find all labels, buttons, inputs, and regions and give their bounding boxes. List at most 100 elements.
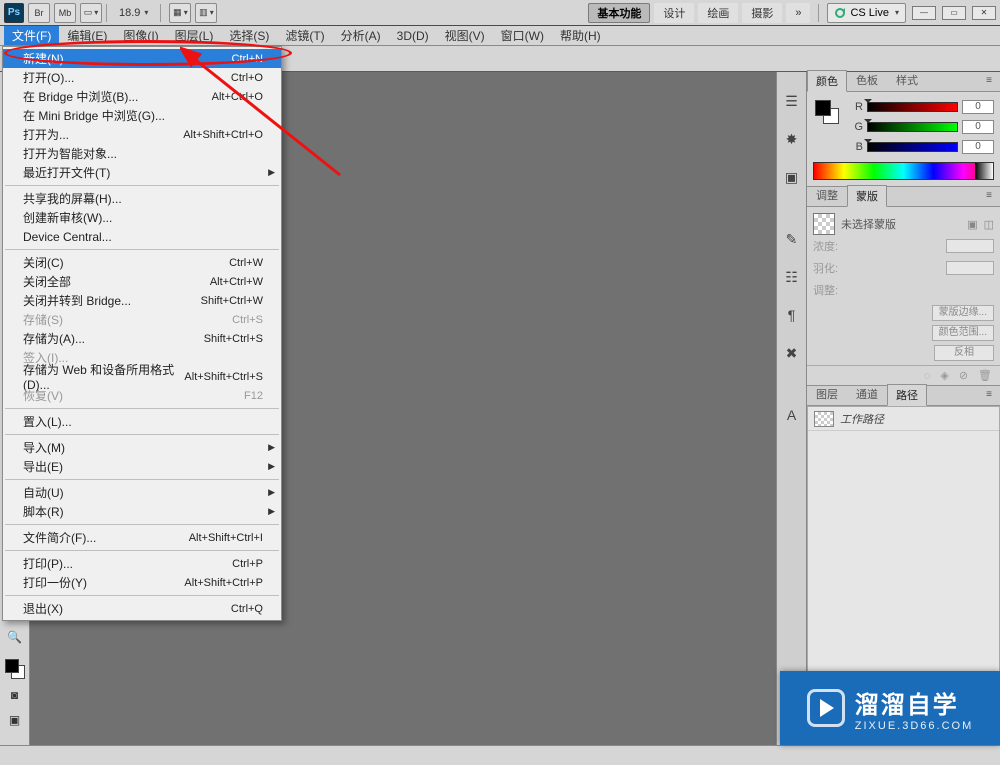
r-slider[interactable] [867,102,958,112]
file-menu-item[interactable]: 退出(X)Ctrl+Q [3,599,281,618]
screenmode-tool[interactable]: ▣ [3,709,27,731]
zoom-level[interactable]: 18.9▾ [119,7,148,19]
g-slider[interactable] [867,122,958,132]
char-icon[interactable]: A [781,404,803,426]
wrench-icon[interactable]: ✖ [781,342,803,364]
workspace-more[interactable]: » [786,3,810,23]
vector-mask-icon[interactable]: ◫ [984,218,994,231]
arrange-button[interactable]: ▥▾ [195,3,217,23]
file-menu-item[interactable]: 存储为(A)...Shift+Ctrl+S [3,329,281,348]
menu-filter[interactable]: 滤镜(T) [277,26,332,45]
zoom-tool[interactable]: 🔍 [3,626,27,648]
density-field[interactable] [946,239,994,253]
maximize-button[interactable]: ▭ [942,6,966,20]
file-menu-item[interactable]: 导入(M)▶ [3,438,281,457]
menu-help[interactable]: 帮助(H) [552,26,609,45]
invert-button[interactable]: 反相 [934,345,994,361]
feather-field[interactable] [946,261,994,275]
file-menu-item[interactable]: 脚本(R)▶ [3,502,281,521]
file-menu-item[interactable]: 存储为 Web 和设备所用格式(D)...Alt+Shift+Ctrl+S [3,367,281,386]
menu-edit[interactable]: 编辑(E) [59,26,115,45]
close-button[interactable]: ✕ [972,6,996,20]
workspace-photo[interactable]: 摄影 [742,3,782,23]
pixel-mask-icon[interactable]: ▣ [967,218,977,231]
b-slider[interactable] [867,142,958,152]
history-icon[interactable]: ☰ [781,90,803,112]
workspace-design[interactable]: 设计 [654,3,694,23]
bridge-button[interactable]: Br [28,3,50,23]
disable-mask-icon[interactable]: ⊘ [959,369,968,382]
cs-live-button[interactable]: CS Live▾ [827,3,906,23]
paragraph-icon[interactable]: ¶ [781,304,803,326]
tool-preset-icon[interactable]: ✎ [781,228,803,250]
fg-color[interactable] [815,100,831,116]
file-menu-item[interactable]: 打印一份(Y)Alt+Shift+Ctrl+P [3,573,281,592]
menu-window[interactable]: 窗口(W) [493,26,552,45]
clone-source-icon[interactable]: ▣ [781,166,803,188]
menu-analysis[interactable]: 分析(A) [333,26,389,45]
file-menu-item[interactable]: 关闭(C)Ctrl+W [3,253,281,272]
file-menu-item[interactable]: 文件简介(F)...Alt+Shift+Ctrl+I [3,528,281,547]
foreground-color[interactable] [5,659,19,673]
tab-swatches[interactable]: 色板 [847,69,887,91]
tab-paths[interactable]: 路径 [887,384,927,406]
workspace-paint[interactable]: 绘画 [698,3,738,23]
tab-masks[interactable]: 蒙版 [847,185,887,207]
workspace-basic[interactable]: 基本功能 [588,3,650,23]
file-menu-item[interactable]: 置入(L)... [3,412,281,431]
menu-view[interactable]: 视图(V) [437,26,493,45]
file-menu-item[interactable]: 关闭全部Alt+Ctrl+W [3,272,281,291]
file-menu-item[interactable]: 关闭并转到 Bridge...Shift+Ctrl+W [3,291,281,310]
mask-edge-button[interactable]: 蒙版边缘... [932,305,994,321]
layer-comps-icon[interactable]: ☷ [781,266,803,288]
tab-color[interactable]: 颜色 [807,70,847,92]
tab-styles[interactable]: 样式 [887,69,927,91]
file-menu-item[interactable]: 导出(E)▶ [3,457,281,476]
menu-item-shortcut: Alt+Shift+Ctrl+I [189,532,263,544]
brush-preset-icon[interactable]: ✸ [781,128,803,150]
file-menu-item[interactable]: 在 Bridge 中浏览(B)...Alt+Ctrl+O [3,87,281,106]
file-menu-item[interactable]: 打开(O)...Ctrl+O [3,68,281,87]
file-menu-item[interactable]: 共享我的屏幕(H)... [3,189,281,208]
g-value[interactable]: 0 [962,120,994,134]
panel-color-swatches[interactable] [813,98,841,126]
color-ramp[interactable] [813,162,994,180]
file-menu-item[interactable]: 打开为智能对象... [3,144,281,163]
load-selection-icon[interactable]: ◌ [924,370,931,382]
tab-layers[interactable]: 图层 [807,383,847,405]
view-grid-button[interactable]: ▦▾ [169,3,191,23]
minimize-button[interactable]: — [912,6,936,20]
panel-menu-icon[interactable]: ≡ [982,190,996,202]
density-label: 浓度: [813,238,838,254]
mini-bridge-button[interactable]: Mb [54,3,76,23]
file-menu-item[interactable]: 新建(N)...Ctrl+N [3,49,281,68]
file-menu-item[interactable]: 打印(P)...Ctrl+P [3,554,281,573]
path-thumb [814,411,834,427]
tab-adjustments[interactable]: 调整 [807,184,847,206]
file-menu-item[interactable]: 打开为...Alt+Shift+Ctrl+O [3,125,281,144]
file-menu-item[interactable]: 最近打开文件(T)▶ [3,163,281,182]
menu-layer[interactable]: 图层(L) [167,26,222,45]
apply-mask-icon[interactable]: ◈ [940,369,948,382]
screen-mode-button[interactable]: ▭▾ [80,3,102,23]
b-value[interactable]: 0 [962,140,994,154]
panel-menu-icon[interactable]: ≡ [982,389,996,401]
r-label: R [851,101,863,113]
file-menu-item[interactable]: 在 Mini Bridge 中浏览(G)... [3,106,281,125]
quickmask-tool[interactable]: ◙ [3,684,27,706]
delete-mask-icon[interactable]: 🗑 [978,369,992,382]
file-menu-item[interactable]: Device Central... [3,227,281,246]
color-range-button[interactable]: 颜色范围... [932,325,994,341]
tab-channels[interactable]: 通道 [847,383,887,405]
menu-select[interactable]: 选择(S) [221,26,277,45]
file-menu-item[interactable]: 创建新审核(W)... [3,208,281,227]
menu-image[interactable]: 图像(I) [115,26,166,45]
menu-file[interactable]: 文件(F) [4,26,59,45]
menu-3d[interactable]: 3D(D) [389,26,437,45]
panel-menu-icon[interactable]: ≡ [982,75,996,87]
r-value[interactable]: 0 [962,100,994,114]
color-swatches[interactable] [3,657,27,681]
file-menu-item[interactable]: 自动(U)▶ [3,483,281,502]
mask-thumb[interactable] [813,213,835,235]
path-item[interactable]: 工作路径 [808,407,999,431]
